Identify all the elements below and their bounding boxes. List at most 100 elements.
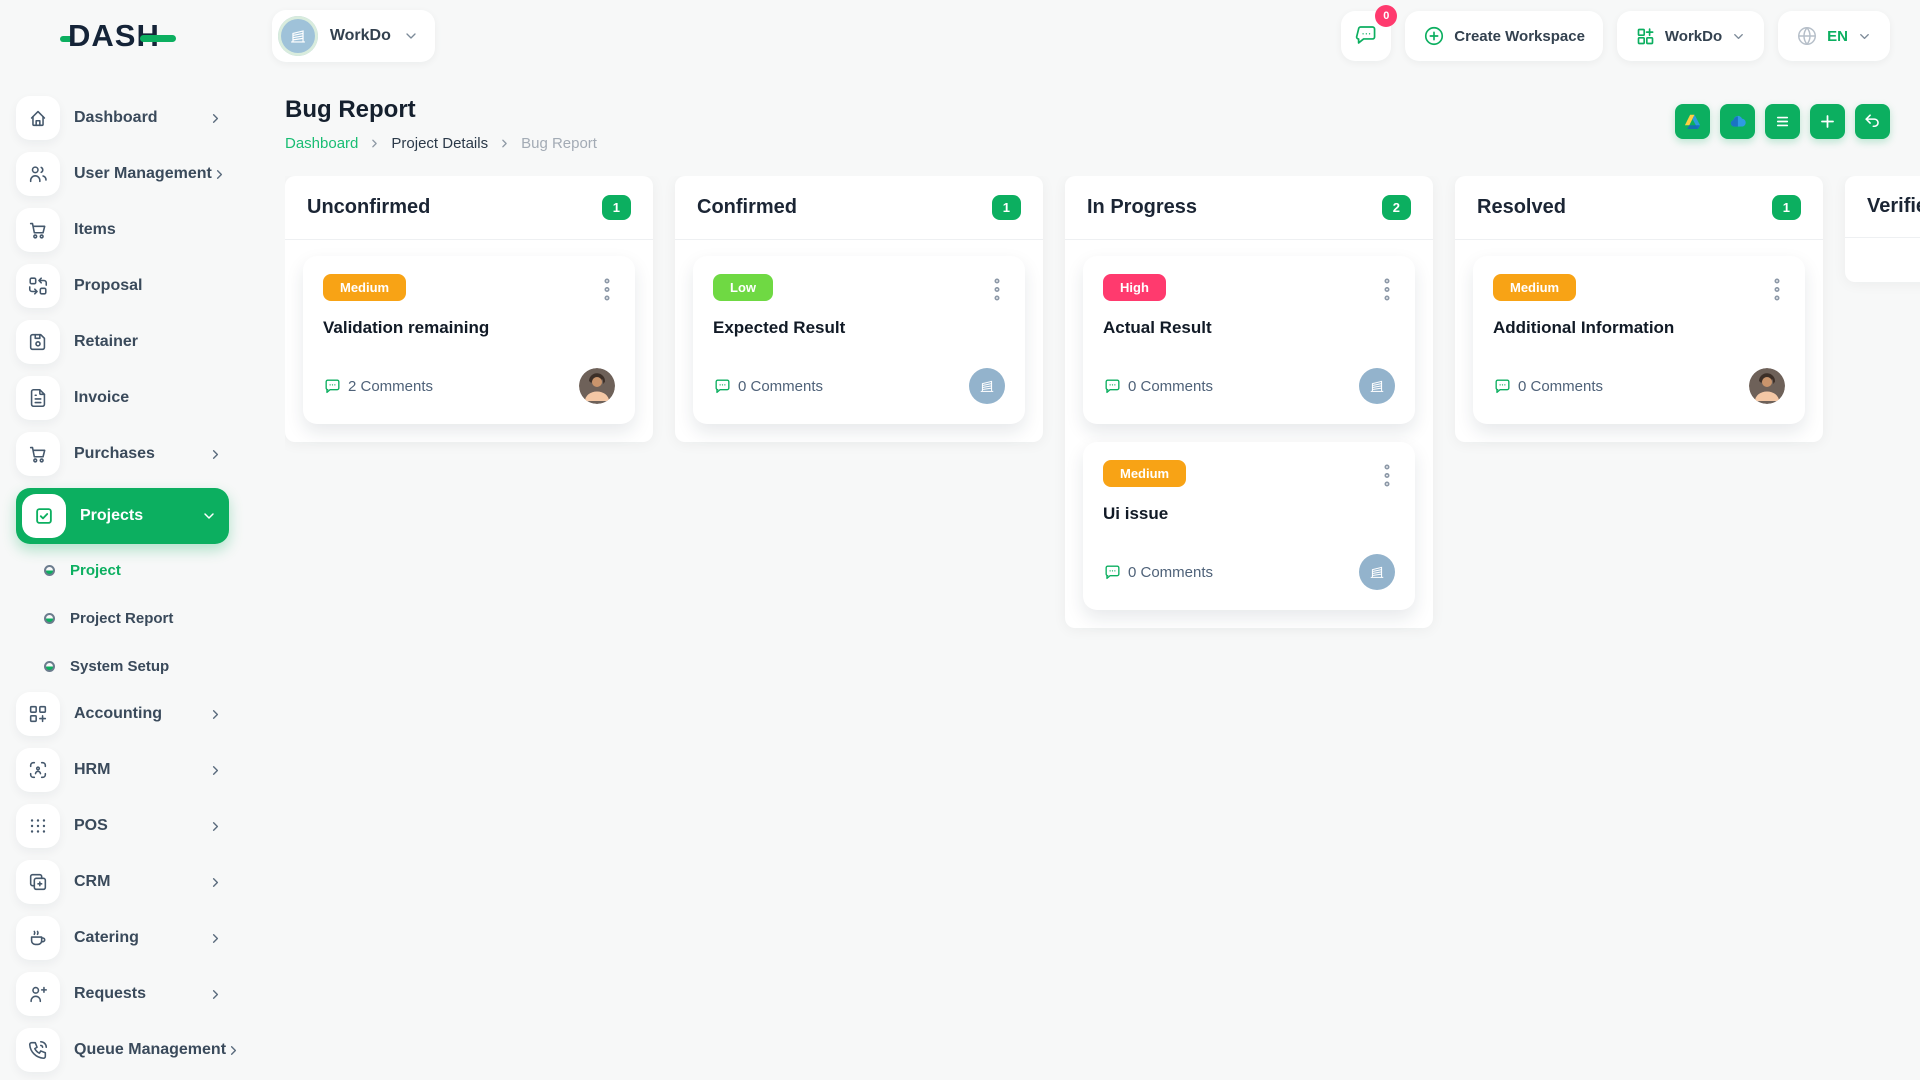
kanban-board: Unconfirmed 1 Medium Validation remainin xyxy=(285,176,1920,1080)
sidebar-item-accounting[interactable]: Accounting xyxy=(16,692,229,736)
card-menu-button[interactable] xyxy=(599,274,615,306)
column-title: Unconfirmed xyxy=(307,196,430,219)
chevron-right-icon xyxy=(208,763,223,778)
comments-count: 0 Comments xyxy=(1103,563,1213,582)
assignee-avatar[interactable] xyxy=(1749,368,1785,404)
column-count-badge: 1 xyxy=(602,195,631,220)
bug-card-expected-result[interactable]: Low Expected Result 0 Comments xyxy=(693,256,1025,424)
sidebar-item-dashboard[interactable]: Dashboard xyxy=(16,96,229,140)
assignee-avatar-workspace[interactable] xyxy=(1359,368,1395,404)
chevron-right-icon xyxy=(212,167,227,182)
checkbox-icon xyxy=(22,494,66,538)
sidebar: Dashboard User Management Items xyxy=(0,72,245,1080)
cart-icon xyxy=(16,432,60,476)
breadcrumb: Dashboard Project Details Bug Report xyxy=(285,135,597,152)
priority-badge: Medium xyxy=(323,274,406,301)
bug-card-actual-result[interactable]: High Actual Result 0 Comments xyxy=(1083,256,1415,424)
app: DASH WorkDo xyxy=(0,0,1920,1080)
chevron-right-icon xyxy=(208,819,223,834)
workspace-switcher[interactable]: WorkDo xyxy=(272,10,435,62)
sidebar-item-purchases[interactable]: Purchases xyxy=(16,432,229,476)
bug-card-ui-issue[interactable]: Medium Ui issue 0 Comments xyxy=(1083,442,1415,610)
priority-badge: Low xyxy=(713,274,773,301)
chevron-down-icon xyxy=(1731,29,1746,44)
sidebar-item-user-management[interactable]: User Management xyxy=(16,152,229,196)
comment-icon xyxy=(1103,563,1122,582)
column-title: Resolved xyxy=(1477,196,1566,219)
exchange-icon xyxy=(16,264,60,308)
scan-user-icon xyxy=(16,748,60,792)
comment-icon xyxy=(323,377,342,396)
messages-count-badge: 0 xyxy=(1375,5,1397,27)
sidebar-item-retainer[interactable]: Retainer xyxy=(16,320,229,364)
chevron-down-icon xyxy=(1857,29,1872,44)
sidebar-item-requests[interactable]: Requests xyxy=(16,972,229,1016)
breadcrumb-project-details[interactable]: Project Details xyxy=(391,135,488,152)
comments-count: 0 Comments xyxy=(1493,377,1603,396)
card-menu-button[interactable] xyxy=(1379,460,1395,492)
user-plus-icon xyxy=(16,972,60,1016)
brand-logo[interactable]: DASH xyxy=(60,18,176,54)
assignee-avatar[interactable] xyxy=(579,368,615,404)
create-workspace-button[interactable]: Create Workspace xyxy=(1405,11,1603,61)
chevron-right-icon xyxy=(208,447,223,462)
language-selector[interactable]: EN xyxy=(1778,11,1890,61)
kebab-icon xyxy=(989,276,1005,304)
list-view-button[interactable] xyxy=(1765,104,1800,139)
sidebar-item-catering[interactable]: Catering xyxy=(16,916,229,960)
card-title: Actual Result xyxy=(1103,318,1395,338)
onedrive-button[interactable] xyxy=(1720,104,1755,139)
sidebar-item-pos[interactable]: POS xyxy=(16,804,229,848)
workspace-menu-button[interactable]: WorkDo xyxy=(1617,11,1764,61)
sidebar-subitem-project[interactable]: Project xyxy=(16,548,229,592)
kebab-icon xyxy=(1379,276,1395,304)
google-drive-button[interactable] xyxy=(1675,104,1710,139)
board-column-confirmed: Confirmed 1 Low Expected Result xyxy=(675,176,1043,442)
assignee-avatar-workspace[interactable] xyxy=(969,368,1005,404)
topbar-actions: 0 Create Workspace WorkDo EN xyxy=(1341,11,1890,61)
copy-plus-icon xyxy=(16,860,60,904)
comments-count: 2 Comments xyxy=(323,377,433,396)
chevron-right-icon xyxy=(208,987,223,1002)
card-menu-button[interactable] xyxy=(1769,274,1785,306)
card-title: Validation remaining xyxy=(323,318,615,338)
assignee-avatar-workspace[interactable] xyxy=(1359,554,1395,590)
chevron-right-icon xyxy=(208,111,223,126)
priority-badge: Medium xyxy=(1493,274,1576,301)
workspace-name: WorkDo xyxy=(330,27,391,45)
chevron-right-icon xyxy=(368,137,381,150)
sidebar-subitem-project-report[interactable]: Project Report xyxy=(16,596,229,640)
board-column-in-progress: In Progress 2 High Actual Result xyxy=(1065,176,1433,628)
workspace-avatar-icon xyxy=(278,16,318,56)
comments-count: 0 Comments xyxy=(713,377,823,396)
sidebar-item-hrm[interactable]: HRM xyxy=(16,748,229,792)
page-title: Bug Report xyxy=(285,96,597,124)
card-menu-button[interactable] xyxy=(1379,274,1395,306)
bug-card-validation-remaining[interactable]: Medium Validation remaining 2 Comments xyxy=(303,256,635,424)
grid-dots-icon xyxy=(16,804,60,848)
sidebar-item-crm[interactable]: CRM xyxy=(16,860,229,904)
chevron-right-icon xyxy=(208,707,223,722)
sidebar-subitem-system-setup[interactable]: System Setup xyxy=(16,644,229,688)
back-button[interactable] xyxy=(1855,104,1890,139)
sidebar-item-proposal[interactable]: Proposal xyxy=(16,264,229,308)
chevron-right-icon xyxy=(226,1043,241,1058)
breadcrumb-dashboard[interactable]: Dashboard xyxy=(285,135,358,152)
chevron-down-icon xyxy=(403,28,419,44)
sidebar-item-projects[interactable]: Projects xyxy=(16,488,229,544)
board-column-unconfirmed: Unconfirmed 1 Medium Validation remainin xyxy=(285,176,653,442)
logo-accent-bar xyxy=(140,35,176,42)
card-menu-button[interactable] xyxy=(989,274,1005,306)
column-title: Confirmed xyxy=(697,196,797,219)
globe-icon xyxy=(1796,25,1818,47)
sidebar-item-items[interactable]: Items xyxy=(16,208,229,252)
chevron-right-icon xyxy=(208,875,223,890)
sidebar-item-invoice[interactable]: Invoice xyxy=(16,376,229,420)
messages-button[interactable]: 0 xyxy=(1341,11,1391,61)
sidebar-item-queue-management[interactable]: Queue Management xyxy=(16,1028,229,1072)
onedrive-cloud-icon xyxy=(1728,112,1748,132)
bug-card-additional-information[interactable]: Medium Additional Information 0 Comments xyxy=(1473,256,1805,424)
chevron-down-icon xyxy=(201,508,217,524)
bullet-icon xyxy=(44,613,55,624)
add-button[interactable] xyxy=(1810,104,1845,139)
